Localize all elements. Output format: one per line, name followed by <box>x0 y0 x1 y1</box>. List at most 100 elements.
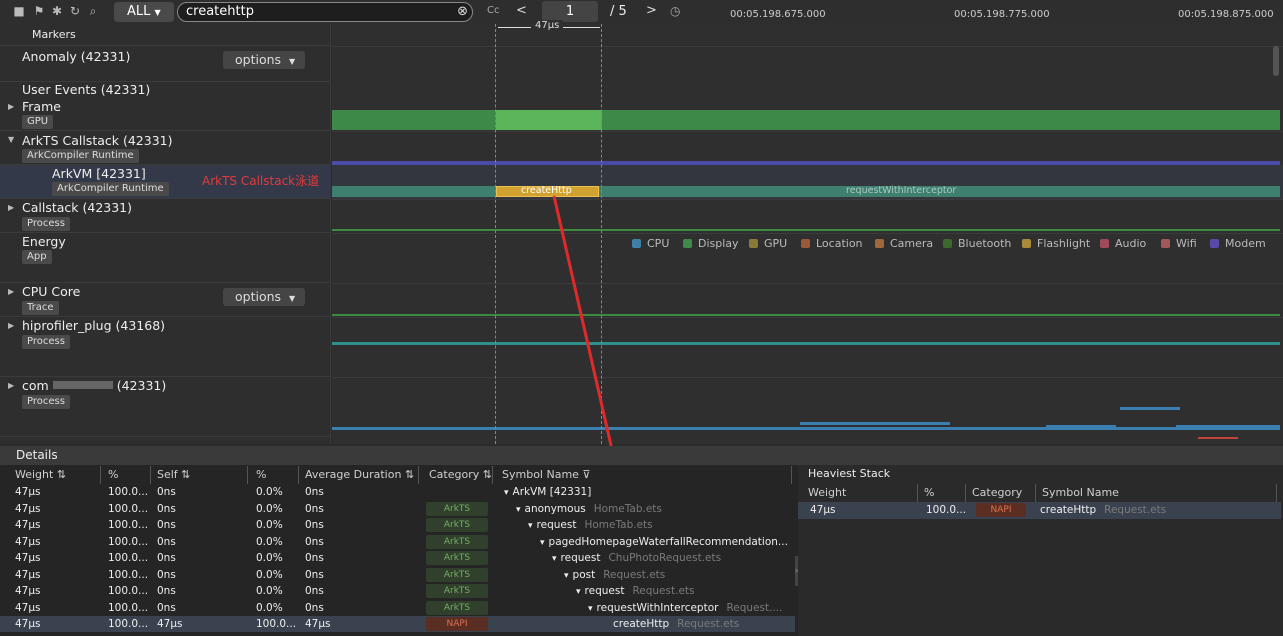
table-row[interactable]: 47μs 100.0... 0ns 0.0% 0ns ArkTS ▾ requestWithI… <box>0 600 795 616</box>
close-icon[interactable]: ⊗ <box>457 3 468 21</box>
heavy-col-weight[interactable]: Weight <box>806 484 918 502</box>
arkts-callstack-bar[interactable] <box>332 161 1280 165</box>
collapse-arrow-icon[interactable]: ▼ <box>8 135 14 144</box>
percent-cell: 100.0... <box>108 618 149 630</box>
tree-arrow-icon[interactable]: ▾ <box>516 505 521 515</box>
hiprofiler-bar[interactable] <box>332 342 1280 345</box>
com-bar-segment[interactable] <box>1046 425 1116 427</box>
legend-swatch <box>1100 239 1109 248</box>
range-end-marker[interactable] <box>601 24 602 444</box>
callstack-tag: Process <box>22 217 70 231</box>
cpu-core-row[interactable]: ▶ CPU Core Trace options ▼ <box>0 283 331 317</box>
col-weight[interactable]: Weight ⇅ <box>13 466 101 484</box>
search-input[interactable]: createhttp ⊗ <box>177 2 473 22</box>
legend-wifi: Wifi <box>1161 237 1197 250</box>
gpu-frame-bar[interactable] <box>332 110 1280 130</box>
arkvm-row[interactable]: ArkVM [42331] ArkCompiler Runtime ArkTS … <box>0 165 331 199</box>
com-bar[interactable] <box>332 427 1280 430</box>
heavy-col-symbol[interactable]: Symbol Name <box>1040 484 1277 502</box>
tree-arrow-icon[interactable]: ▾ <box>540 538 545 548</box>
cpu-core-options-button[interactable]: options ▼ <box>223 288 305 306</box>
arkts-callstack-row[interactable]: ▼ ArkTS Callstack (42331) ArkCompiler Ru… <box>0 131 331 165</box>
tree-arrow-icon[interactable]: ▾ <box>552 554 557 564</box>
table-row[interactable]: 47μs 100.0... 0ns 0.0% 0ns ArkTS ▾ request Reque… <box>0 583 795 599</box>
expand-arrow-icon[interactable]: ▶ <box>8 102 14 111</box>
table-row[interactable]: 47μs 100.0... 0ns 0.0% 0ns ArkTS ▾ post Request.… <box>0 567 795 583</box>
legend-label: Audio <box>1115 237 1147 250</box>
com-bar-segment[interactable] <box>1176 425 1280 427</box>
clock-icon[interactable]: ◷ <box>670 4 680 18</box>
arkts-callstack-label: ArkTS Callstack (42331) <box>22 133 173 148</box>
col-average-duration[interactable]: Average Duration ⇅ <box>303 466 419 484</box>
table-row[interactable]: 47μs 100.0... 0ns 0.0% 0ns ArkTS ▾ pagedHomepag… <box>0 534 795 550</box>
expand-arrow-icon[interactable]: ▶ <box>8 203 14 212</box>
symbol-cell: ▾ ArkVM [42331] <box>504 484 591 500</box>
heaviest-title: Heaviest Stack <box>808 467 891 480</box>
match-case-toggle[interactable]: Cc <box>487 5 499 16</box>
col-self[interactable]: Self ⇅ <box>155 466 248 484</box>
legend-display: Display <box>683 237 739 250</box>
frame-tag: GPU <box>22 115 54 129</box>
heavy-col-percent[interactable]: % <box>922 484 966 502</box>
table-row[interactable]: 47μs 100.0... 0ns 0.0% 0ns ▾ ArkVM [42331] <box>0 484 795 500</box>
legend-swatch <box>875 239 884 248</box>
symbol-file: Request.ets <box>632 585 695 597</box>
tree-arrow-icon[interactable]: ▾ <box>528 521 533 531</box>
filter-dropdown[interactable]: ALL ▼ <box>114 2 174 22</box>
tree-arrow-icon[interactable]: ▾ <box>588 604 593 614</box>
lane-separator <box>332 233 1283 234</box>
avg-duration-cell: 0ns <box>305 486 324 498</box>
table-row[interactable]: 47μs 100.0... 0ns 0.0% 0ns ArkTS ▾ anonymous Hom… <box>0 501 795 517</box>
self-percent-cell: 0.0% <box>256 486 283 498</box>
legend-flashlight: Flashlight <box>1022 237 1090 250</box>
table-row[interactable]: 47μs 100.0... 47μs 100.0... 47μs NAPI createHt… <box>0 616 795 632</box>
frame-row[interactable]: ▶ Frame GPU <box>0 98 331 131</box>
arkvm-tag: ArkCompiler Runtime <box>52 182 169 196</box>
timeline-lanes[interactable]: requestWithInterceptor createHttp CPU Di… <box>332 20 1283 444</box>
anomaly-options-button[interactable]: options ▼ <box>223 51 305 69</box>
refresh-icon[interactable]: ↻ <box>68 4 82 18</box>
percent-cell: 100.0... <box>108 519 149 531</box>
details-panel: Details Weight ⇅ % Self ⇅ % Average Dura… <box>0 446 1283 636</box>
lanes-scrollbar[interactable] <box>1273 46 1279 76</box>
arkvm-label: ArkVM [42331] <box>52 166 146 181</box>
com-bar-segment[interactable] <box>800 422 950 425</box>
request-with-interceptor-slice[interactable]: requestWithInterceptor <box>332 185 1280 197</box>
percent-cell: 100.0... <box>108 502 149 515</box>
flag-icon[interactable]: ⚑ <box>32 4 46 18</box>
chevron-down-icon: ▼ <box>154 8 161 17</box>
heavy-col-category[interactable]: Category <box>970 484 1036 502</box>
tree-arrow-icon[interactable]: ▾ <box>504 488 509 498</box>
tree-arrow-icon[interactable]: ▾ <box>564 571 569 581</box>
cpu-core-bar[interactable] <box>332 314 1280 316</box>
hiprofiler-row[interactable]: ▶ hiprofiler_plug (43168) Process <box>0 317 331 377</box>
col-percent[interactable]: % <box>106 466 151 484</box>
symbol-file: ChuPhotoRequest.ets <box>608 552 722 564</box>
create-http-slice[interactable]: createHttp <box>496 185 599 197</box>
square-icon[interactable]: ■ <box>12 4 26 18</box>
callstack-label: Callstack (42331) <box>22 200 133 215</box>
search-icon[interactable]: ⌕ <box>86 4 100 18</box>
settings-icon[interactable]: ✱ <box>50 4 64 18</box>
col-self-percent[interactable]: % <box>254 466 299 484</box>
expand-arrow-icon[interactable]: ▶ <box>8 381 14 390</box>
expand-arrow-icon[interactable]: ▶ <box>8 321 14 330</box>
gpu-frame-selected[interactable] <box>496 110 602 130</box>
col-symbol-name[interactable]: Symbol Name ⊽ <box>500 466 792 484</box>
com-bar-segment[interactable] <box>1120 407 1180 410</box>
prev-match-button[interactable]: < <box>516 3 527 18</box>
table-row[interactable]: 47μs 100.0... 0ns 0.0% 0ns ArkTS ▾ request ChuPh… <box>0 550 795 566</box>
callstack-row[interactable]: ▶ Callstack (42331) Process <box>0 199 331 233</box>
range-start-marker[interactable] <box>495 24 496 444</box>
com-row[interactable]: ▶ com (42331) Process <box>0 377 331 437</box>
tree-arrow-icon[interactable]: ▾ <box>576 587 581 597</box>
callstack-bar[interactable] <box>332 229 1280 231</box>
page-input[interactable]: 1 <box>542 1 598 22</box>
col-category[interactable]: Category ⇅ <box>427 466 493 484</box>
next-match-button[interactable]: > <box>646 3 657 18</box>
com-bar-segment[interactable] <box>1198 437 1238 439</box>
heavy-row[interactable]: 47μs 100.0... NAPI createHttp Request.ets <box>798 502 1281 519</box>
expand-arrow-icon[interactable]: ▶ <box>8 287 14 296</box>
table-row[interactable]: 47μs 100.0... 0ns 0.0% 0ns ArkTS ▾ request HomeT… <box>0 517 795 533</box>
weight-cell: 47μs <box>15 568 41 581</box>
